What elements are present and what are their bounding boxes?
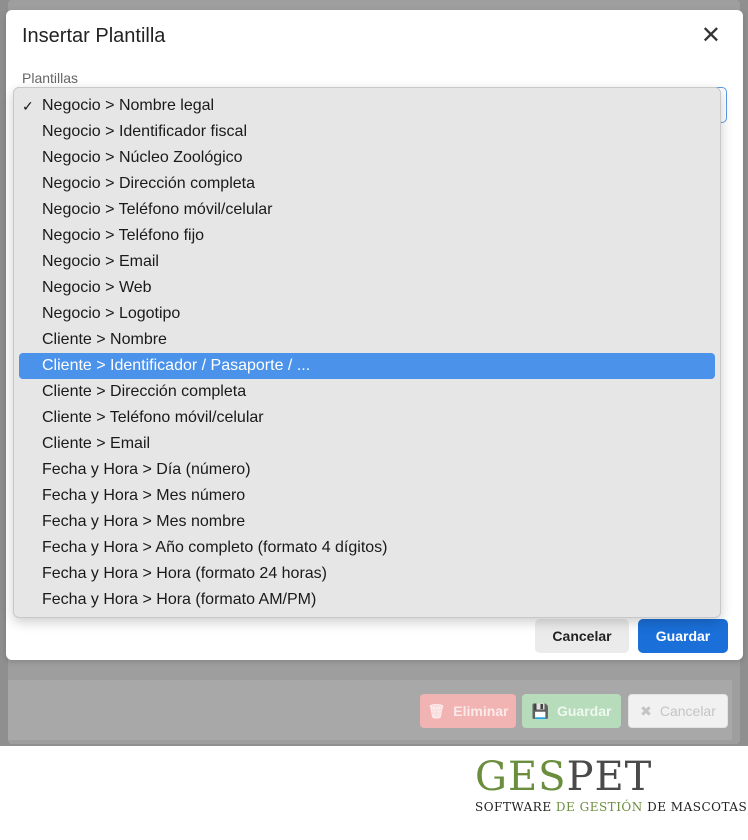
dropdown-option[interactable]: Fecha y Hora > Año completo (formato 4 d…: [19, 535, 715, 561]
dropdown-option[interactable]: Negocio > Teléfono móvil/celular: [19, 197, 715, 223]
dropdown-option-label: Cliente > Email: [42, 435, 151, 452]
background-delete-button[interactable]: 🗑 Eliminar: [420, 694, 516, 728]
dropdown-option-label: Negocio > Nombre legal: [42, 97, 215, 114]
modal-title: Insertar Plantilla: [22, 25, 166, 47]
dropdown-option[interactable]: Negocio > Logotipo: [19, 301, 715, 327]
dropdown-option-label: Cliente > Identificador / Pasaporte / ..…: [42, 357, 311, 374]
dropdown-option-label: Negocio > Teléfono móvil/celular: [42, 201, 273, 218]
dropdown-option-label: Cliente > Nombre: [42, 331, 167, 348]
dropdown-option[interactable]: Fecha y Hora > Hora (formato 24 horas): [19, 561, 715, 587]
dropdown-option[interactable]: Negocio > Dirección completa: [19, 171, 715, 197]
templates-dropdown-list: ✓ Negocio > Nombre legal Negocio > Identif…: [13, 87, 721, 618]
dropdown-option[interactable]: Fecha y Hora > Mes número: [19, 483, 715, 509]
dropdown-option-label: Negocio > Web: [42, 279, 152, 296]
dropdown-option[interactable]: Cliente > Nombre: [19, 327, 715, 353]
dropdown-option[interactable]: Negocio > Teléfono fijo: [19, 223, 715, 249]
dropdown-option[interactable]: Cliente > Dirección completa: [19, 379, 715, 405]
close-icon[interactable]: ✕: [701, 24, 721, 48]
dropdown-option[interactable]: Cliente > Identificador / Pasaporte / ..…: [19, 353, 715, 379]
dropdown-option-label: Negocio > Logotipo: [42, 305, 181, 322]
dropdown-option[interactable]: Cliente > Teléfono móvil/celular: [19, 405, 715, 431]
dropdown-option-label: Cliente > Teléfono móvil/celular: [42, 409, 264, 426]
background-footer: [8, 680, 732, 740]
dropdown-option-label: Fecha y Hora > Hora (formato 24 horas): [42, 565, 328, 582]
gespet-logo: GESPET SOFTWARE DE GESTIÓN DE MASCOTAS: [475, 756, 747, 814]
dropdown-option-label: Negocio > Email: [42, 253, 159, 270]
background-cancel-button[interactable]: ✖ Cancelar: [628, 694, 728, 728]
floppy-icon: 💾: [531, 702, 549, 719]
dropdown-option-label: Fecha y Hora > Mes número: [42, 487, 246, 504]
dropdown-option-label: Fecha y Hora > Hora (formato AM/PM): [42, 591, 317, 608]
logo-wordmark: GESPET: [475, 754, 653, 800]
save-button[interactable]: Guardar: [638, 619, 728, 653]
dropdown-option-label: Cliente > Dirección completa: [42, 383, 247, 400]
dropdown-option[interactable]: ✓ Negocio > Nombre legal: [19, 93, 715, 119]
dropdown-option[interactable]: Fecha y Hora > Hora (formato AM/PM): [19, 587, 715, 613]
background-save-button[interactable]: 💾 Guardar: [522, 694, 621, 728]
dropdown-option[interactable]: Negocio > Identificador fiscal: [19, 119, 715, 145]
dropdown-option-label: Negocio > Teléfono fijo: [42, 227, 205, 244]
dropdown-option[interactable]: Negocio > Email: [19, 249, 715, 275]
dropdown-option[interactable]: Negocio > Núcleo Zoológico: [19, 145, 715, 171]
dropdown-option-label: Fecha y Hora > Mes nombre: [42, 513, 246, 530]
dropdown-option-label: Negocio > Dirección completa: [42, 175, 255, 192]
dropdown-option-label: Fecha y Hora > Día (número): [42, 461, 251, 478]
cancel-button[interactable]: Cancelar: [535, 619, 629, 653]
dropdown-option-label: Negocio > Núcleo Zoológico: [42, 149, 243, 166]
templates-label: Plantillas: [22, 70, 79, 86]
dropdown-option[interactable]: Fecha y Hora > Día (número): [19, 457, 715, 483]
checkmark-icon: ✓: [22, 98, 34, 114]
x-icon: ✖: [640, 702, 652, 719]
trash-icon: 🗑: [427, 702, 446, 719]
dropdown-option-label: Negocio > Identificador fiscal: [42, 123, 247, 140]
logo-tagline: SOFTWARE DE GESTIÓN DE MASCOTAS: [475, 800, 748, 814]
dropdown-option-label: Fecha y Hora > Año completo (formato 4 d…: [42, 539, 388, 556]
dropdown-option[interactable]: Negocio > Web: [19, 275, 715, 301]
dropdown-option[interactable]: Cliente > Email: [19, 431, 715, 457]
dropdown-option[interactable]: Fecha y Hora > Mes nombre: [19, 509, 715, 535]
